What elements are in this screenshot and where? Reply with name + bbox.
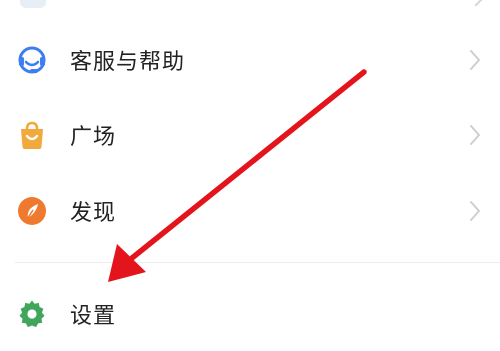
menu-item-discover[interactable]: 发现 (0, 173, 500, 249)
chevron-right-icon (470, 50, 480, 70)
menu-item-label: 发现 (70, 201, 117, 226)
chevron-right-icon (470, 201, 480, 221)
settings-menu-screen: 客服与帮助 广场 发现 设置 (0, 0, 500, 351)
section-divider (15, 262, 500, 263)
menu-item-square[interactable]: 广场 (0, 97, 500, 173)
partial-icon (20, 0, 46, 8)
compass-icon (18, 197, 46, 225)
gear-icon (19, 300, 45, 328)
menu-item-customer-service[interactable]: 客服与帮助 (0, 22, 500, 98)
menu-item-label: 广场 (70, 125, 117, 150)
menu-item-settings[interactable]: 设置 (0, 276, 500, 351)
menu-item-label: 客服与帮助 (70, 50, 186, 75)
shopping-bag-icon (21, 121, 43, 149)
chevron-right-icon (467, 0, 485, 7)
menu-item-label: 设置 (70, 304, 117, 329)
previous-item-partial (0, 0, 500, 12)
chevron-right-icon (470, 125, 480, 145)
headset-icon (18, 46, 46, 74)
